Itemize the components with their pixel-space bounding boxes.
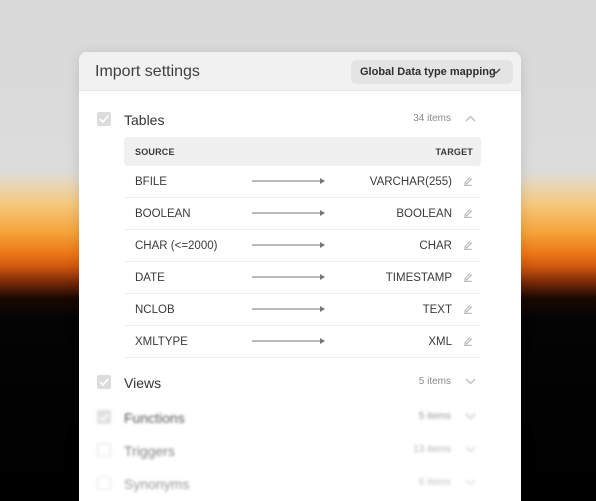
source-type: BOOLEAN [135,208,191,220]
section-count: 5 items [418,376,451,387]
global-mapping-label: Global Data type mapping [360,66,496,78]
target-type: CHAR [419,240,452,252]
chevron-down-icon[interactable] [465,378,476,385]
target-type: TEXT [422,304,452,316]
header-source: SOURCE [135,147,175,157]
section-name: Tables [124,112,165,128]
triggers-checkbox[interactable] [97,443,111,457]
tables-checkbox[interactable] [97,112,111,126]
table-row: NCLOB TEXT [124,294,481,326]
views-checkbox[interactable] [97,375,111,389]
table-row: BOOLEAN BOOLEAN [124,198,481,230]
panel-title: Import settings [95,63,200,80]
section-count: 34 items [413,113,451,124]
check-icon [99,115,109,123]
section-views[interactable]: Views 5 items [79,369,521,395]
arrow-right-icon [252,274,325,280]
header-target: TARGET [435,147,473,157]
table-row: CHAR (<=2000) CHAR [124,230,481,262]
arrow-right-icon [252,178,325,184]
chevron-down-icon[interactable] [465,479,476,486]
table-row: XMLTYPE XML [124,326,481,358]
section-synonyms[interactable]: Synonyms 6 items [79,470,521,496]
panel-header: Import settings Global Data type mapping [79,52,521,91]
type-mapping-table: SOURCE TARGET BFILE VARCHAR(255) BOOLEAN… [124,137,481,359]
chevron-down-icon[interactable] [465,446,476,453]
pencil-icon[interactable] [463,336,473,346]
chevron-up-icon[interactable] [465,115,476,122]
chevron-down-icon [491,68,501,74]
source-type: NCLOB [135,304,175,316]
pencil-icon[interactable] [463,176,473,186]
arrow-right-icon [252,306,325,312]
global-mapping-dropdown[interactable]: Global Data type mapping [351,60,513,84]
pencil-icon[interactable] [463,208,473,218]
check-icon [99,378,109,386]
table-row: BFILE VARCHAR(255) [124,166,481,198]
source-type: DATE [135,272,165,284]
section-count: 6 items [418,477,451,488]
section-name: Functions [124,410,185,426]
source-type: BFILE [135,176,167,188]
pencil-icon[interactable] [463,272,473,282]
synonyms-checkbox[interactable] [97,476,111,490]
pencil-icon[interactable] [463,240,473,250]
section-functions[interactable]: Functions 5 items [79,404,521,430]
target-type: XML [428,336,452,348]
target-type: VARCHAR(255) [369,176,452,188]
target-type: BOOLEAN [396,208,452,220]
pencil-icon[interactable] [463,304,473,314]
functions-checkbox[interactable] [97,410,111,424]
section-name: Synonyms [124,476,190,492]
table-header: SOURCE TARGET [124,137,481,166]
check-icon [99,413,109,421]
source-type: CHAR (<=2000) [135,240,218,252]
table-row: DATE TIMESTAMP [124,262,481,294]
arrow-right-icon [252,338,325,344]
source-type: XMLTYPE [135,336,188,348]
target-type: TIMESTAMP [385,272,452,284]
arrow-right-icon [252,210,325,216]
section-tables[interactable]: Tables 34 items [79,106,521,132]
section-triggers[interactable]: Triggers 13 items [79,437,521,463]
section-name: Triggers [124,443,175,459]
section-name: Views [124,375,162,391]
arrow-right-icon [252,242,325,248]
section-count: 5 items [418,411,451,422]
chevron-down-icon[interactable] [465,413,476,420]
import-settings-panel: Import settings Global Data type mapping… [79,52,521,501]
section-count: 13 items [413,444,451,455]
